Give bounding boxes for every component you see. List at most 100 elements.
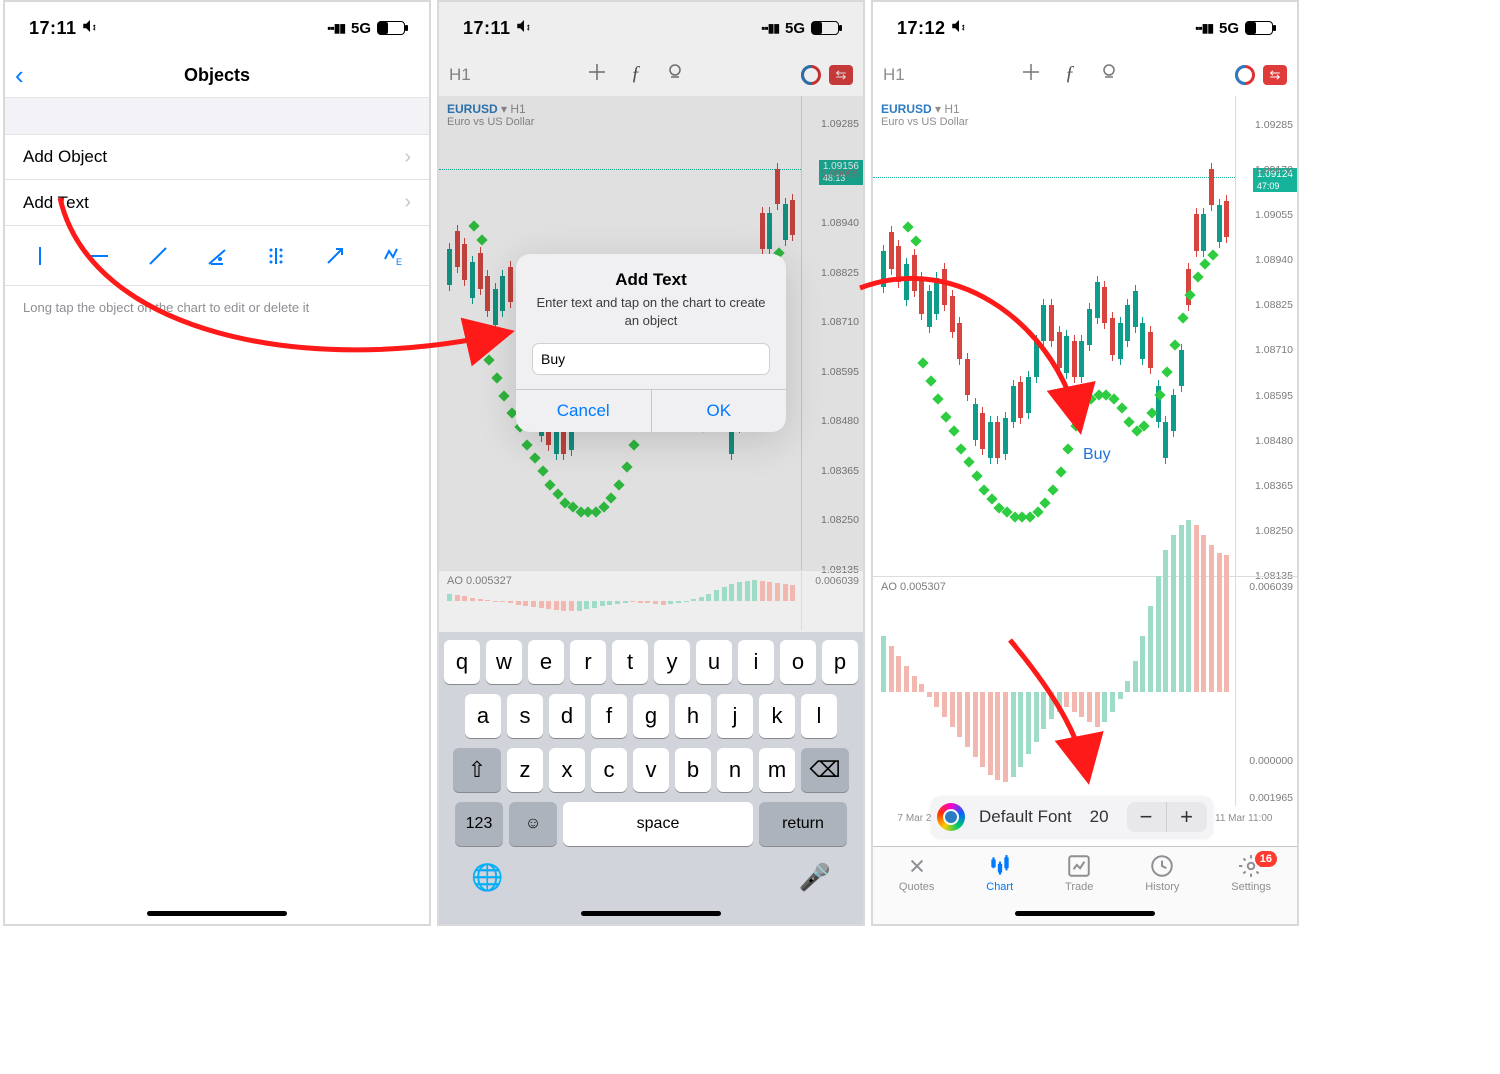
tool-angle-icon[interactable] xyxy=(197,245,237,267)
text-style-toolbar: Default Font 20 − + xyxy=(931,796,1213,838)
crosshair-icon[interactable] xyxy=(1021,62,1041,88)
key-s[interactable]: s xyxy=(507,694,543,738)
timeframe-button[interactable]: H1 xyxy=(449,65,471,85)
key-k[interactable]: k xyxy=(759,694,795,738)
key-a[interactable]: a xyxy=(465,694,501,738)
ao-value: 0.006039 xyxy=(815,575,859,587)
alert-text-input[interactable] xyxy=(532,343,770,375)
font-size-decrement[interactable]: − xyxy=(1127,802,1167,832)
buy-text-object[interactable]: Buy xyxy=(1083,446,1111,464)
screen-objects: 17:11 ▪▪▮▮ 5G ‹ Objects Add Object › Add… xyxy=(3,0,431,926)
crosshair-icon[interactable] xyxy=(587,62,607,88)
key-emoji[interactable]: ☺ xyxy=(509,802,557,846)
alert-ok-button[interactable]: OK xyxy=(652,390,787,432)
key-r[interactable]: r xyxy=(570,640,606,684)
symbol-label: EURUSD xyxy=(881,102,932,116)
tool-arrow-icon[interactable] xyxy=(315,245,355,267)
alert-title: Add Text xyxy=(516,254,786,294)
chart-toolbar: H1 ƒ ⇆ xyxy=(439,54,863,96)
key-f[interactable]: f xyxy=(591,694,627,738)
key-m[interactable]: m xyxy=(759,748,795,792)
key-y[interactable]: y xyxy=(654,640,690,684)
keyboard[interactable]: qwertyuiop asdfghjkl ⇧ zxcvbnm ⌫ 123 ☺ s… xyxy=(439,632,863,924)
key-i[interactable]: i xyxy=(738,640,774,684)
tab-settings[interactable]: Settings 16 xyxy=(1231,853,1271,924)
indicators-icon[interactable]: ƒ xyxy=(631,62,641,88)
chevron-right-icon: › xyxy=(404,191,411,214)
key-c[interactable]: c xyxy=(591,748,627,792)
key-u[interactable]: u xyxy=(696,640,732,684)
key-shift[interactable]: ⇧ xyxy=(453,748,501,792)
trade-panel-icon[interactable]: ⇆ xyxy=(829,65,853,85)
tool-channel-icon[interactable] xyxy=(256,245,296,267)
chart-mode-icon[interactable] xyxy=(1235,65,1255,85)
y-axis: 1.092851.090551.089401.088251.087101.085… xyxy=(801,96,863,570)
key-l[interactable]: l xyxy=(801,694,837,738)
tool-elliott-icon[interactable]: E xyxy=(373,245,413,267)
key-delete[interactable]: ⌫ xyxy=(801,748,849,792)
tool-horizontal-line-icon[interactable] xyxy=(79,245,119,267)
tool-vertical-line-icon[interactable] xyxy=(20,245,60,267)
status-bar: 17:11 ▪▪▮▮ 5G xyxy=(439,2,863,54)
objects-icon[interactable] xyxy=(1099,62,1119,88)
font-name-button[interactable]: Default Font xyxy=(979,807,1072,827)
ao-indicator: AO 0.005327 0.006039 xyxy=(439,570,863,630)
nav-title: Objects xyxy=(184,65,250,86)
key-x[interactable]: x xyxy=(549,748,585,792)
chart-mode-icon[interactable] xyxy=(801,65,821,85)
row-label: Add Text xyxy=(23,193,89,213)
mic-icon[interactable]: 🎤 xyxy=(799,862,831,893)
signal-icon: ▪▪▮▮ xyxy=(1195,21,1213,35)
font-size-increment[interactable]: + xyxy=(1167,802,1207,832)
globe-icon[interactable]: 🌐 xyxy=(471,862,503,893)
y-axis: 1.092851.091701.090551.089401.088251.087… xyxy=(1235,96,1297,576)
key-n[interactable]: n xyxy=(717,748,753,792)
tool-trendline-icon[interactable] xyxy=(138,245,178,267)
key-return[interactable]: return xyxy=(759,802,847,846)
trade-panel-icon[interactable]: ⇆ xyxy=(1263,65,1287,85)
screen-add-text-dialog: 17:11 ▪▪▮▮ 5G H1 ƒ ⇆ EURUSD ▾ H1 Euro xyxy=(437,0,865,926)
key-z[interactable]: z xyxy=(507,748,543,792)
home-indicator xyxy=(147,911,287,916)
timeframe-button[interactable]: H1 xyxy=(883,65,905,85)
back-button[interactable]: ‹ xyxy=(15,60,24,91)
row-add-text[interactable]: Add Text › xyxy=(5,180,429,226)
svg-text:E: E xyxy=(396,257,402,267)
key-g[interactable]: g xyxy=(633,694,669,738)
key-123[interactable]: 123 xyxy=(455,802,503,846)
key-w[interactable]: w xyxy=(486,640,522,684)
chart-toolbar: H1 ƒ ⇆ xyxy=(873,54,1297,96)
key-d[interactable]: d xyxy=(549,694,585,738)
tab-quotes[interactable]: Quotes xyxy=(899,853,934,924)
row-add-object[interactable]: Add Object › xyxy=(5,134,429,180)
indicators-icon[interactable]: ƒ xyxy=(1065,62,1075,88)
mute-icon xyxy=(515,17,533,40)
status-time: 17:11 xyxy=(29,18,77,39)
battery-icon xyxy=(811,21,839,35)
font-size-value: 20 xyxy=(1086,807,1113,827)
status-time: 17:11 xyxy=(463,18,511,39)
key-t[interactable]: t xyxy=(612,640,648,684)
key-space[interactable]: space xyxy=(563,802,753,846)
alert-cancel-button[interactable]: Cancel xyxy=(516,390,652,432)
network-label: 5G xyxy=(785,20,805,37)
status-time: 17:12 xyxy=(897,18,946,39)
key-h[interactable]: h xyxy=(675,694,711,738)
symbol-tf: H1 xyxy=(944,102,959,116)
alert-message: Enter text and tap on the chart to creat… xyxy=(516,294,786,343)
network-label: 5G xyxy=(1219,20,1239,37)
key-e[interactable]: e xyxy=(528,640,564,684)
key-p[interactable]: p xyxy=(822,640,858,684)
key-v[interactable]: v xyxy=(633,748,669,792)
color-picker-button[interactable] xyxy=(937,803,965,831)
chevron-right-icon: › xyxy=(404,146,411,169)
price-chart[interactable]: EURUSD ▾ H1 Euro vs US Dollar 1.0912447:… xyxy=(873,96,1297,576)
screen-chart-result: 17:12 ▪▪▮▮ 5G H1 ƒ ⇆ EURUSD ▾ H1 Euro xyxy=(871,0,1299,926)
key-b[interactable]: b xyxy=(675,748,711,792)
key-j[interactable]: j xyxy=(717,694,753,738)
objects-icon[interactable] xyxy=(665,62,685,88)
key-q[interactable]: q xyxy=(444,640,480,684)
symbol-label: EURUSD xyxy=(447,102,498,116)
tab-chart[interactable]: Chart xyxy=(986,853,1013,924)
key-o[interactable]: o xyxy=(780,640,816,684)
